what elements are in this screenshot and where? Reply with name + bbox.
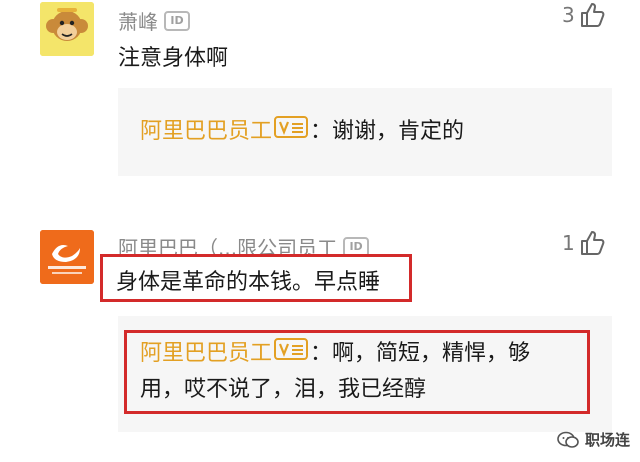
verified-v-icon — [274, 114, 309, 150]
like-count: 3 — [562, 3, 575, 27]
like-count: 1 — [562, 231, 575, 255]
comment-text: 身体是革命的本钱。早点睡 — [116, 270, 381, 295]
reply-text: 谢谢，肯定的 — [332, 119, 465, 144]
comment-item-2: 阿里巴巴（...限公司员工 ID 1 身体是革命的本钱。早点睡 阿里巴巴员工 ：… — [0, 220, 640, 462]
alibaba-avatar[interactable] — [40, 230, 94, 284]
monkey-face-icon — [40, 2, 94, 56]
comment-text: 注意身体啊 — [118, 46, 229, 71]
like-button[interactable]: 3 — [562, 2, 605, 28]
alibaba-logo-icon — [40, 230, 94, 284]
reply-author[interactable]: 阿里巴巴员工 — [140, 119, 272, 144]
id-badge-icon: ID — [164, 10, 190, 31]
reply-separator: ： — [310, 119, 333, 144]
commenter-name[interactable]: 萧峰 — [118, 6, 158, 35]
watermark: 职场连 — [557, 429, 630, 450]
watermark-text: 职场连 — [584, 431, 630, 449]
thumbs-up-icon — [580, 231, 605, 255]
highlight-frame — [124, 330, 590, 414]
comment-item-1: 萧峰 ID 3 注意身体啊 阿里巴巴员工 ：谢谢，肯定的 — [0, 0, 640, 190]
reply-box: 阿里巴巴员工 ：谢谢，肯定的 — [118, 88, 612, 176]
wechat-icon — [557, 431, 579, 448]
thumbs-up-icon — [580, 3, 605, 27]
monkey-avatar[interactable] — [40, 2, 94, 56]
like-button[interactable]: 1 — [562, 230, 605, 256]
